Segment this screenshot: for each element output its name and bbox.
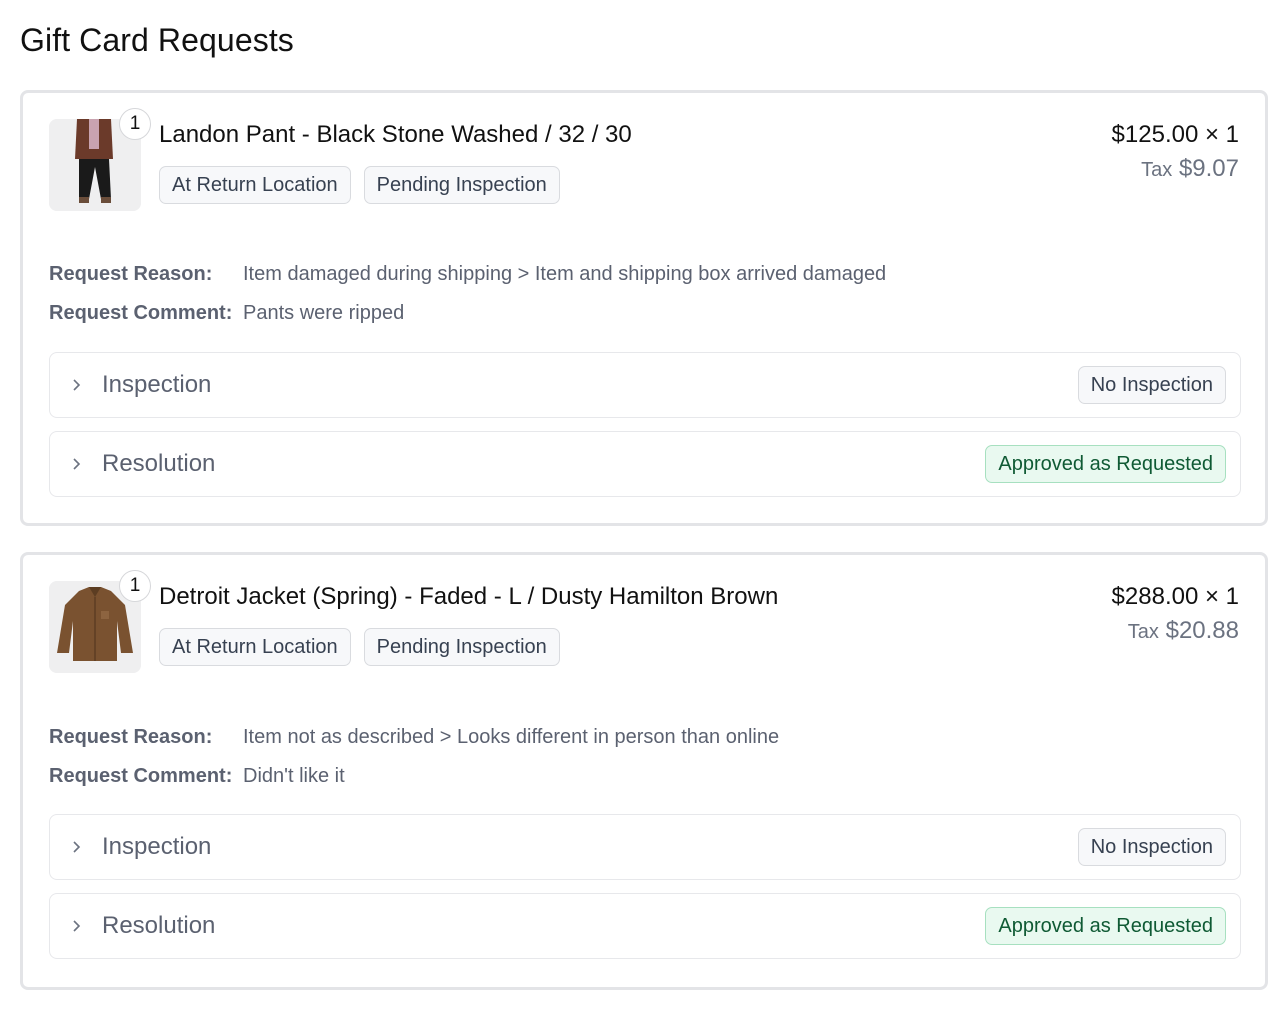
resolution-section[interactable]: Resolution Approved as Requested <box>49 893 1241 959</box>
tax-label: Tax <box>1127 621 1159 643</box>
request-reason-label: Request Reason: <box>49 263 213 285</box>
request-comment-row: Request Comment: Didn't like it <box>49 765 345 788</box>
item-price: $125.00 × 1 <box>1111 121 1239 148</box>
status-chip-inspection: Pending Inspection <box>363 628 560 666</box>
inspection-section[interactable]: Inspection No Inspection <box>49 814 1241 880</box>
tax-label: Tax <box>1141 159 1173 181</box>
resolution-label: Resolution <box>102 450 216 477</box>
item-tax: Tax $20.88 <box>1128 617 1239 645</box>
quantity-badge: 1 <box>119 570 151 602</box>
tax-value: $9.07 <box>1178 155 1239 182</box>
request-reason-value: Item not as described > Looks different … <box>243 726 780 748</box>
request-comment-value: Didn't like it <box>243 765 345 787</box>
item-tax: Tax $9.07 <box>1141 155 1239 183</box>
inspection-label: Inspection <box>102 371 212 398</box>
quantity-badge: 1 <box>119 108 151 140</box>
inspection-section[interactable]: Inspection No Inspection <box>49 352 1241 418</box>
request-comment-value: Pants were ripped <box>243 302 405 324</box>
request-reason-label: Request Reason: <box>49 726 213 748</box>
status-chip-inspection: Pending Inspection <box>363 166 560 204</box>
request-card: 1 Landon Pant - Black Stone Washed / 32 … <box>20 90 1268 526</box>
request-comment-label: Request Comment: <box>49 302 233 324</box>
inspection-status-badge: No Inspection <box>1077 366 1226 404</box>
resolution-label: Resolution <box>102 912 216 939</box>
page-title: Gift Card Requests <box>20 22 294 58</box>
request-comment-row: Request Comment: Pants were ripped <box>49 302 404 325</box>
chevron-right-icon[interactable] <box>50 919 102 933</box>
status-chip-location: At Return Location <box>159 628 351 666</box>
resolution-section[interactable]: Resolution Approved as Requested <box>49 431 1241 497</box>
product-name: Landon Pant - Black Stone Washed / 32 / … <box>159 121 632 148</box>
tax-value: $20.88 <box>1165 617 1239 644</box>
chevron-right-icon[interactable] <box>50 457 102 471</box>
inspection-label: Inspection <box>102 833 212 860</box>
request-reason-value: Item damaged during shipping > Item and … <box>243 263 887 285</box>
chevron-right-icon[interactable] <box>50 378 102 392</box>
product-name: Detroit Jacket (Spring) - Faded - L / Du… <box>159 583 779 610</box>
request-reason-row: Request Reason: Item not as described > … <box>49 726 779 749</box>
item-price: $288.00 × 1 <box>1111 583 1239 610</box>
inspection-status-badge: No Inspection <box>1077 828 1226 866</box>
request-comment-label: Request Comment: <box>49 765 233 787</box>
chevron-right-icon[interactable] <box>50 840 102 854</box>
status-chip-location: At Return Location <box>159 166 351 204</box>
request-reason-row: Request Reason: Item damaged during ship… <box>49 263 886 286</box>
resolution-status-badge: Approved as Requested <box>985 445 1226 483</box>
request-card: 1 Detroit Jacket (Spring) - Faded - L / … <box>20 552 1268 990</box>
resolution-status-badge: Approved as Requested <box>985 907 1226 945</box>
